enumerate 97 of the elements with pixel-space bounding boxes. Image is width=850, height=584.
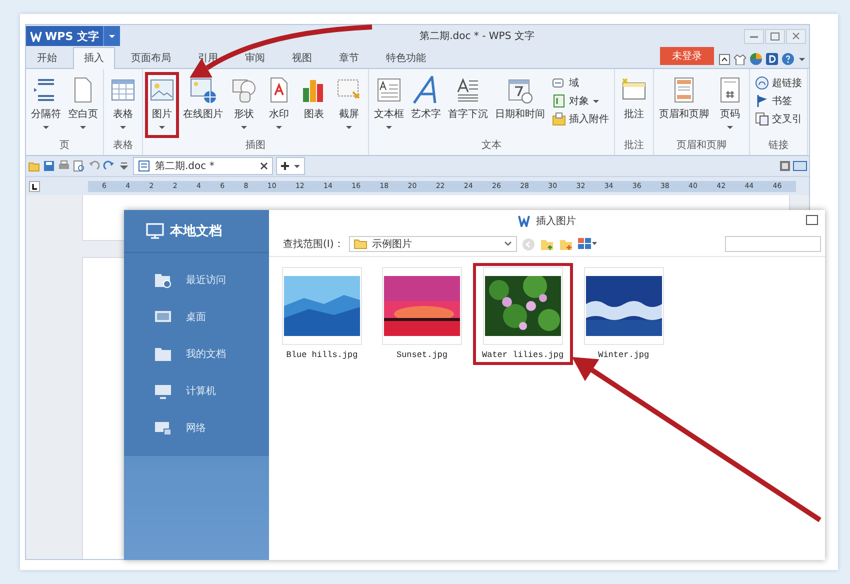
menu-tab[interactable]: 视图 [281, 47, 323, 68]
group-label: 表格 [112, 138, 134, 153]
help-icon[interactable] [782, 53, 794, 65]
dialog-title: 插入图片 [536, 214, 576, 228]
monitor-icon [146, 223, 164, 239]
close-button[interactable] [786, 28, 806, 44]
app-menu-button[interactable]: WPS 文字 [26, 26, 103, 46]
cross-reference-icon [755, 112, 769, 126]
flag-icon [755, 94, 769, 108]
ribbon-button[interactable]: 交叉引 [752, 112, 805, 126]
network-icon [154, 420, 172, 436]
computer-icon [154, 382, 172, 398]
d-app-icon[interactable] [766, 53, 778, 65]
new-tab-button[interactable] [276, 157, 305, 175]
ribbon-button[interactable]: 文本框 [371, 72, 407, 138]
ribbon-button[interactable]: 日期和时间 [492, 72, 548, 138]
recent-folder-icon [154, 272, 172, 288]
tab-stop-icon[interactable] [29, 180, 40, 192]
color-circle-icon[interactable] [750, 53, 762, 65]
look-in-dropdown[interactable]: 示例图片 [348, 236, 517, 252]
ribbon-button[interactable]: 图表 [297, 72, 331, 138]
menu-tab[interactable]: 页面布局 [120, 47, 182, 68]
group-label: 文本 [480, 138, 502, 153]
file-item[interactable]: Water lilies.jpg [473, 263, 573, 365]
sidebar-item[interactable]: 桌面 [124, 298, 269, 335]
print-icon[interactable] [58, 160, 70, 172]
sidebar-item[interactable]: 我的文档 [124, 335, 269, 372]
shirt-icon[interactable] [734, 54, 746, 64]
monitor-icon [154, 308, 172, 324]
field-icon [552, 76, 566, 90]
ribbon-button[interactable]: 图片 [145, 72, 179, 138]
document-tab[interactable]: 第二期.doc * [133, 157, 273, 175]
sidebar-header: 本地文档 [124, 210, 269, 253]
collapse-icon[interactable] [719, 54, 730, 64]
menu-tab[interactable]: 插入 [73, 47, 115, 69]
ribbon-button[interactable]: 首字下沉 [445, 72, 491, 138]
folder-icon [354, 239, 367, 249]
ribbon-button[interactable]: 书签 [752, 94, 805, 108]
maximize-button[interactable] [765, 28, 785, 44]
save-icon[interactable] [43, 160, 55, 172]
document-icon [138, 160, 150, 172]
ribbon-button[interactable]: 形状 [227, 72, 261, 138]
ribbon-button[interactable]: 空白页 [65, 72, 101, 138]
w-logo-icon [30, 30, 42, 42]
ribbon-button[interactable]: 页码 [713, 72, 747, 138]
object-icon [552, 94, 566, 108]
group-label: 插图 [244, 139, 266, 153]
window-layout-icon[interactable] [793, 161, 807, 171]
group-label: 页眉和页脚 [676, 138, 728, 153]
chevron-down-icon [504, 241, 512, 247]
hyperlink-icon [755, 76, 769, 90]
window-title: 第二期.doc * - WPS 文字 [418, 30, 536, 43]
print-preview-icon[interactable] [73, 160, 85, 172]
caret-icon [293, 162, 301, 170]
menu-tab[interactable]: 章节 [328, 47, 370, 68]
ribbon-button[interactable]: 批注 [617, 72, 651, 138]
minimize-button[interactable] [744, 28, 764, 44]
panel-icon[interactable] [780, 161, 790, 171]
ribbon-button[interactable]: 表格 [106, 72, 140, 138]
caret-icon[interactable] [798, 56, 806, 62]
login-button[interactable]: 未登录 [660, 47, 714, 65]
ribbon-button[interactable]: 水印 [262, 72, 296, 138]
view-grid-icon[interactable] [578, 238, 598, 250]
attachment-icon [552, 112, 566, 126]
menu-tab[interactable]: 审阅 [234, 47, 276, 68]
group-label: 页 [58, 139, 70, 153]
plus-icon [280, 161, 290, 171]
w-logo-icon [518, 215, 530, 227]
sidebar-item[interactable]: 计算机 [124, 372, 269, 409]
caret-icon [108, 32, 116, 40]
folder-up-icon[interactable] [540, 238, 554, 250]
customize-caret-icon[interactable] [118, 160, 130, 172]
menu-tab[interactable]: 开始 [26, 47, 68, 68]
folder-icon [154, 346, 172, 362]
search-field[interactable] [725, 236, 821, 252]
ribbon-button[interactable]: 对象 [549, 94, 612, 108]
ribbon-button[interactable]: 艺术字 [408, 72, 444, 138]
group-label: 链接 [768, 138, 790, 153]
group-label: 批注 [623, 138, 645, 153]
close-icon[interactable] [260, 162, 268, 170]
text-box-icon [375, 76, 403, 104]
sidebar-item[interactable]: 最近访问 [124, 261, 269, 298]
redo-icon[interactable] [103, 160, 115, 172]
sidebar-item[interactable]: 网络 [124, 409, 269, 446]
ribbon-button[interactable]: 截屏 [332, 72, 366, 138]
new-folder-icon[interactable] [558, 238, 573, 250]
ribbon-button[interactable]: 插入附件 [549, 112, 612, 126]
ribbon-button[interactable]: 页眉和页脚 [656, 72, 712, 138]
ribbon-button[interactable]: 域 [549, 76, 612, 90]
undo-icon[interactable] [88, 160, 100, 172]
maximize-icon[interactable] [806, 215, 818, 225]
online-picture-icon [189, 76, 217, 104]
app-menu-caret[interactable] [102, 26, 120, 46]
ribbon-button[interactable]: 分隔符 [28, 72, 64, 138]
look-in-label: 查找范围(I)： [283, 238, 344, 251]
ribbon-button[interactable]: 超链接 [752, 76, 805, 90]
menu-tab[interactable]: 特色功能 [375, 47, 437, 68]
